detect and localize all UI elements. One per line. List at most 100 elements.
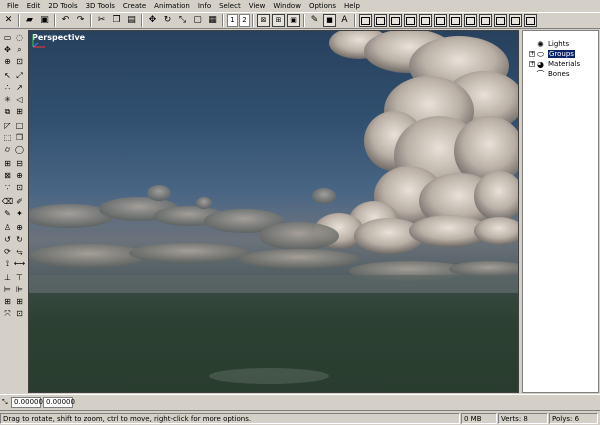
cut-icon[interactable]: ✂	[95, 14, 108, 27]
undo-icon[interactable]: ↶	[59, 14, 72, 27]
bevel-icon[interactable]: ⊡	[14, 182, 25, 193]
snap-grid-icon[interactable]: ⊤	[14, 272, 25, 283]
shaded-icon[interactable]: ▣	[287, 14, 300, 27]
joint-icon[interactable]: ⊕	[14, 222, 25, 233]
vertex-icon[interactable]: ∴	[2, 82, 13, 93]
layout-quad-alt-icon[interactable]	[464, 14, 477, 27]
fit-icon[interactable]: ⤧	[2, 308, 13, 319]
menu-3d-tools[interactable]: 3D Tools	[82, 0, 119, 12]
align-horizontal-icon[interactable]: ⟷	[14, 258, 25, 269]
menu-window[interactable]: Window	[269, 0, 305, 12]
layout-tall-icon[interactable]	[494, 14, 507, 27]
texture-icon[interactable]: ⊞	[272, 14, 285, 27]
view-2-button[interactable]: 2	[239, 14, 250, 27]
fullscreen-icon[interactable]: ⊡	[14, 308, 25, 319]
bone-tool-icon[interactable]: ♙	[2, 222, 13, 233]
layout-single-icon[interactable]	[359, 14, 372, 27]
eyedropper-icon[interactable]: ✎	[308, 14, 321, 27]
viewport-perspective[interactable]: Perspective	[28, 30, 519, 393]
scale-icon[interactable]: ⤡	[176, 14, 189, 27]
menu-2d-tools[interactable]: 2D Tools	[44, 0, 81, 12]
redo-icon[interactable]: ↷	[74, 14, 87, 27]
lasso-icon[interactable]: ◌	[14, 32, 25, 43]
snap-icon[interactable]: ⊥	[2, 272, 13, 283]
mirror-alt-icon[interactable]: ⊫	[14, 284, 25, 295]
menu-options[interactable]: Options	[305, 0, 340, 12]
weld-icon[interactable]: ⊕	[14, 170, 25, 181]
tile-alt-icon[interactable]: ⊞	[14, 296, 25, 307]
mesh-icon[interactable]: ⊠	[2, 170, 13, 181]
extrude-icon[interactable]: ⊟	[14, 158, 25, 169]
zoom-tool-icon[interactable]: ⌕	[14, 44, 25, 55]
zoom-fit-icon[interactable]: ⊡	[14, 56, 25, 67]
color-picker-icon[interactable]: ■	[323, 14, 336, 27]
close-icon[interactable]: ✕	[2, 14, 15, 27]
zoom-region-icon[interactable]: ⊕	[2, 56, 13, 67]
menu-help[interactable]: Help	[340, 0, 364, 12]
font-icon[interactable]: A	[338, 14, 351, 27]
coord-x-field[interactable]: 0.00000	[11, 397, 43, 408]
pointer-icon[interactable]: ↗	[14, 82, 25, 93]
move-tool-icon[interactable]: ✥	[2, 44, 13, 55]
rotate-icon[interactable]: ↻	[161, 14, 174, 27]
menu-animation[interactable]: Animation	[150, 0, 194, 12]
layout-three-icon[interactable]	[419, 14, 432, 27]
align-vertical-icon[interactable]: ⟟	[2, 258, 13, 269]
spin-icon[interactable]: ⟳	[2, 246, 13, 257]
tree-item-groups[interactable]: + ⬭ Groups	[523, 49, 598, 59]
grid-tool-icon[interactable]: ⊞	[2, 158, 13, 169]
rotate-left-icon[interactable]: ↺	[2, 234, 13, 245]
tree-item-bones[interactable]: ⌒ Bones	[523, 69, 598, 79]
duplicate-icon[interactable]: ⧉	[2, 106, 13, 117]
move-icon[interactable]: ✥	[146, 14, 159, 27]
flip-icon[interactable]: ⥃	[14, 246, 25, 257]
tree-item-materials[interactable]: + ◕ Materials	[523, 59, 598, 69]
cylinder-icon[interactable]: ⌭	[2, 144, 13, 155]
connect-icon[interactable]: ∵	[2, 182, 13, 193]
menu-create[interactable]: Create	[119, 0, 150, 12]
paste-icon[interactable]: ▤	[125, 14, 138, 27]
menu-info[interactable]: Info	[194, 0, 215, 12]
group-tool-icon[interactable]: ⊞	[14, 106, 25, 117]
layout-custom-icon[interactable]	[524, 14, 537, 27]
pen-icon[interactable]: ✎	[2, 208, 13, 219]
layout-four-icon[interactable]	[509, 14, 522, 27]
tree-expander[interactable]: +	[529, 61, 535, 67]
light-tool-icon[interactable]: ✳	[2, 94, 13, 105]
scale-tool-icon[interactable]: ⤢	[14, 70, 25, 81]
menu-edit[interactable]: Edit	[23, 0, 45, 12]
magic-icon[interactable]: ✦	[14, 208, 25, 219]
grid-icon[interactable]: ▦	[206, 14, 219, 27]
wireframe-icon[interactable]: ⊠	[257, 14, 270, 27]
eraser-icon[interactable]: ⌫	[2, 196, 13, 207]
cube-icon[interactable]: ⬚	[2, 132, 13, 143]
mirror-icon[interactable]: ⊨	[2, 284, 13, 295]
save-icon[interactable]: ▣	[38, 14, 51, 27]
layout-split-icon[interactable]	[374, 14, 387, 27]
layout-horizontal-icon[interactable]	[404, 14, 417, 27]
menu-view[interactable]: View	[245, 0, 270, 12]
sphere-icon[interactable]: ◯	[14, 144, 25, 155]
triangle-icon[interactable]: ◸	[2, 120, 13, 131]
tree-item-lights[interactable]: ✺ Lights	[523, 39, 598, 49]
menu-select[interactable]: Select	[215, 0, 245, 12]
copy-icon[interactable]: ❐	[110, 14, 123, 27]
layout-vertical-icon[interactable]	[389, 14, 402, 27]
camera-direction-icon[interactable]: ◁	[14, 94, 25, 105]
select-box-icon[interactable]: ▢	[191, 14, 204, 27]
rotate-right-icon[interactable]: ↻	[14, 234, 25, 245]
arrow-select-icon[interactable]: ↖	[2, 70, 13, 81]
select-rect-icon[interactable]: ▭	[2, 32, 13, 43]
layout-three-alt-icon[interactable]	[434, 14, 447, 27]
coord-y-field[interactable]: 0.00000	[43, 397, 75, 408]
open-folder-icon[interactable]: ▰	[23, 14, 36, 27]
layout-quad-icon[interactable]	[449, 14, 462, 27]
box-icon[interactable]: ❒	[14, 132, 25, 143]
rectangle-icon[interactable]: □	[14, 120, 25, 131]
layout-wide-icon[interactable]	[479, 14, 492, 27]
tree-expander[interactable]: +	[529, 51, 535, 57]
menu-file[interactable]: File	[3, 0, 23, 12]
paint-icon[interactable]: ✐	[14, 196, 25, 207]
tile-icon[interactable]: ⊞	[2, 296, 13, 307]
view-1-button[interactable]: 1	[227, 14, 238, 27]
